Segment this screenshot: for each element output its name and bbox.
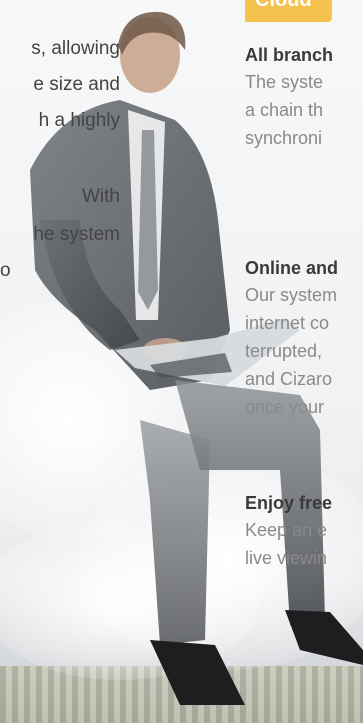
- feature-text-line: Our system: [245, 285, 338, 305]
- right-text-column: Cloud All branch The syste a chain th sy…: [245, 0, 363, 723]
- feature-text-line: internet co: [245, 313, 330, 333]
- feature-block-branches: All branch The syste a chain th synchron…: [245, 42, 363, 152]
- left-text-line: o: [0, 260, 11, 281]
- left-text-line: With: [82, 186, 120, 207]
- feature-heading: Online and: [245, 258, 339, 278]
- cloud-badge: Cloud: [245, 0, 332, 22]
- feature-block-free: Enjoy free Keep an e live viewin: [245, 490, 363, 572]
- feature-text-line: The syste: [245, 72, 324, 92]
- feature-text-line: terrupted,: [245, 341, 323, 361]
- feature-text-line: a chain th: [245, 100, 324, 120]
- feature-text-line: once your: [245, 397, 325, 417]
- feature-block-online: Online and Our system internet co terrup…: [245, 255, 363, 421]
- left-text-line: e size and: [33, 74, 120, 95]
- left-text-line: h a highly: [38, 110, 120, 131]
- feature-text-line: live viewin: [245, 548, 328, 568]
- left-text-line: he system: [33, 224, 120, 245]
- feature-heading: Enjoy free: [245, 493, 333, 513]
- feature-heading: All branch: [245, 45, 334, 65]
- feature-text-line: synchroni: [245, 128, 323, 148]
- left-text-line: s, allowing: [31, 38, 120, 59]
- feature-text-line: Keep an e: [245, 520, 328, 540]
- feature-text-line: and Cizaro: [245, 369, 333, 389]
